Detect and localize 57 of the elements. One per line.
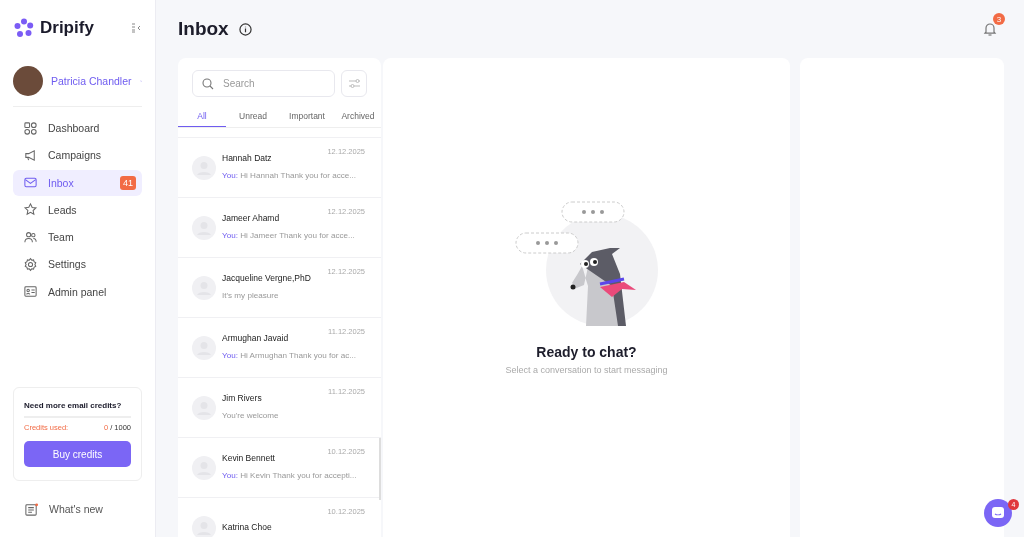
contact-name: Jacqueline Vergne,PhD [222,273,311,283]
message-preview: You: Hi Kevin Thank you for accepti... [222,471,357,480]
star-icon [23,202,38,218]
message-preview: You: Hi Armughan Thank you for ac... [222,351,357,360]
avatar-icon [192,155,216,180]
avatar-icon [192,335,216,360]
contact-name: Katrina Choe [222,521,272,532]
user-name[interactable]: Patricia Chandler [51,75,132,87]
nav-item[interactable]: Dashboard [13,115,142,141]
contact-name: Jameer Ahamd [222,213,280,223]
brand-name: Dripify [40,18,95,38]
sliders-icon [347,77,361,90]
message-preview: You: Hi Jameer Thank you for acce... [222,231,355,240]
message-preview: It's my pleasure [222,291,279,300]
megaphone-icon [23,147,38,163]
id-card-icon [23,284,38,300]
avatar-icon [192,215,216,240]
contact-name: Jim Rivers [222,393,262,403]
contact-name: Hannah Datz [222,153,272,163]
credits-title: Need more email credits? [24,401,123,410]
notification-badge: 3 [993,13,1005,25]
filter-tab[interactable]: Unread [226,105,280,127]
message-preview: You're welcome [222,411,279,420]
page-title: Inbox [178,18,229,40]
unread-count-badge: 41 [120,175,136,190]
info-icon[interactable] [238,22,252,36]
empty-state-subtitle: Select a conversation to start messaging [505,365,668,375]
filter-tab[interactable]: Archived [334,105,381,127]
contact-name: Armughan Javaid [222,333,289,343]
settings-icon [23,257,38,272]
filter-tab[interactable]: All [178,105,226,127]
buy-credits-button[interactable]: Buy credits [24,441,131,467]
avatar-icon [192,275,216,300]
filter-tab[interactable]: Important [280,105,334,127]
news-icon [24,501,39,517]
search-field[interactable]: Search [192,70,335,97]
bell-icon[interactable] [982,21,998,37]
chat-icon [991,506,1005,520]
nav-item[interactable]: Inbox 41 [13,169,142,196]
nav-item[interactable]: Leads [13,196,142,223]
nav-item[interactable]: Settings [13,251,142,278]
search-icon [202,78,214,90]
collapse-sidebar-icon[interactable] [131,23,142,33]
avatar-icon [192,515,216,537]
avatar-icon [192,395,216,420]
avatar-icon [192,455,216,480]
user-avatar[interactable] [13,66,43,96]
people-icon [23,229,38,245]
nav-item[interactable]: Team [13,224,142,251]
empty-state-title: Ready to chat? [536,344,637,360]
whats-new-link[interactable]: What's new [13,481,142,537]
nav-item[interactable]: Campaigns [13,142,142,169]
contact-name: Kevin Bennett [222,453,275,463]
nav-item[interactable]: Admin panel [13,278,142,305]
grid-icon [23,120,38,136]
message-preview: You: Hi Hannah Thank you for acce... [222,171,357,180]
logo-icon [14,18,34,38]
